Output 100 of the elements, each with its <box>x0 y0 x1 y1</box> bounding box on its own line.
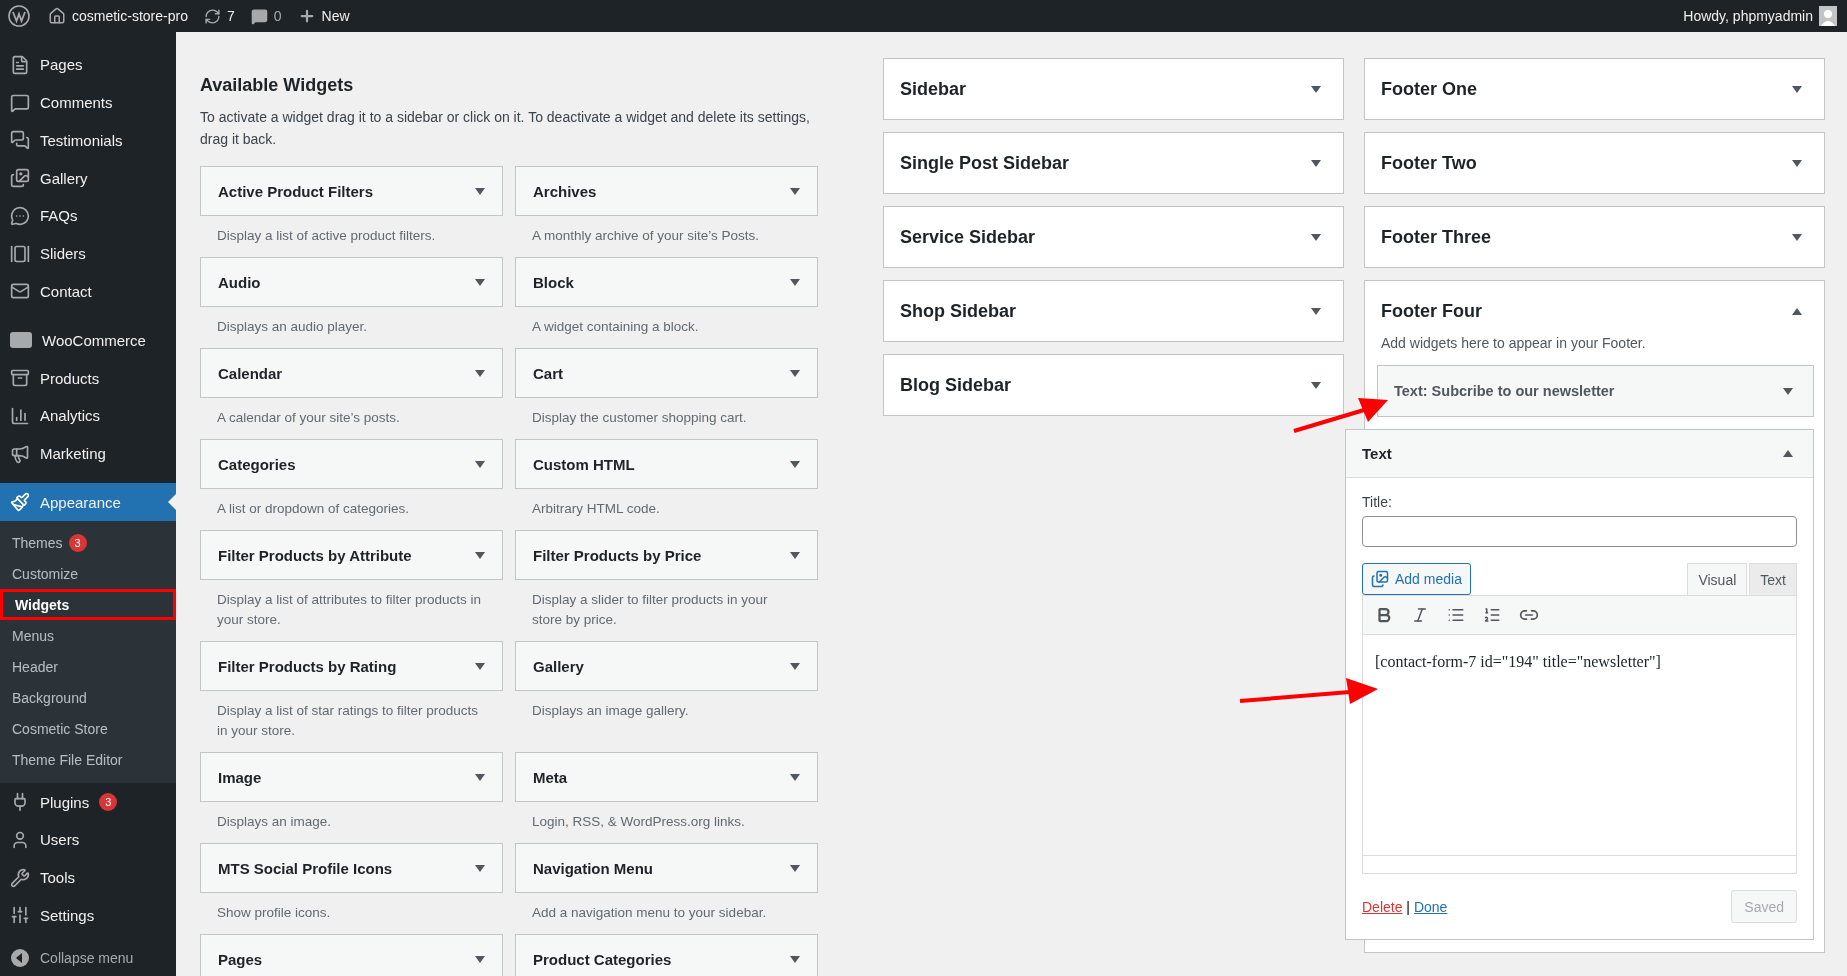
caret-icon[interactable] <box>790 551 800 559</box>
widget-area-header[interactable]: Single Post Sidebar <box>884 133 1343 193</box>
title-field[interactable] <box>1362 516 1797 547</box>
widget-panel-header[interactable]: Text <box>1346 430 1813 478</box>
widget-item[interactable]: Custom HTML <box>515 439 818 489</box>
menu-item[interactable]: Contact <box>0 272 176 311</box>
account-link[interactable]: Howdy, phpmyadmin <box>1683 8 1813 24</box>
widget-area-header[interactable]: Footer Three <box>1365 207 1824 267</box>
caret-icon[interactable] <box>1311 381 1321 389</box>
submenu-item[interactable]: Theme File Editor <box>0 744 176 776</box>
widget-item[interactable]: Calendar <box>200 348 503 398</box>
caret-icon[interactable] <box>475 187 485 195</box>
caret-icon[interactable] <box>790 278 800 286</box>
caret-icon[interactable] <box>475 460 485 468</box>
widget-area-header[interactable]: Footer One <box>1365 59 1824 119</box>
caret-icon[interactable] <box>475 278 485 286</box>
caret-icon[interactable] <box>790 460 800 468</box>
placed-widget[interactable]: Text: Subcribe to our newsletter <box>1377 365 1814 417</box>
caret-icon[interactable] <box>1792 159 1802 167</box>
widget-item[interactable]: Meta <box>515 752 818 802</box>
refresh-icon[interactable] <box>203 7 221 25</box>
menu-item[interactable]: Users <box>0 820 176 859</box>
menu-item[interactable]: Sliders <box>0 234 176 273</box>
submenu-item[interactable]: Background <box>0 682 176 714</box>
caret-icon[interactable] <box>1311 159 1321 167</box>
done-link[interactable]: Done <box>1413 898 1448 915</box>
add-media-button[interactable]: Add media <box>1362 563 1471 595</box>
new-link[interactable]: New <box>297 7 350 25</box>
delete-link[interactable]: Delete <box>1362 898 1403 915</box>
widget-area-header[interactable]: Service Sidebar <box>884 207 1343 267</box>
menu-item[interactable]: Analytics <box>0 396 176 435</box>
submenu-item[interactable]: Header <box>0 651 176 683</box>
caret-icon[interactable] <box>1783 387 1793 395</box>
bold-icon[interactable] <box>1375 606 1393 624</box>
menu-item[interactable]: Plugins 3 <box>0 783 176 821</box>
menu-item[interactable]: Tools <box>0 858 176 897</box>
home-icon[interactable] <box>48 7 66 25</box>
widget-item[interactable]: Gallery <box>515 641 818 691</box>
caret-icon[interactable] <box>475 773 485 781</box>
caret-icon[interactable] <box>475 864 485 872</box>
widget-area-header[interactable]: Blog Sidebar <box>884 355 1343 415</box>
caret-icon[interactable] <box>1311 233 1321 241</box>
widget-item[interactable]: Audio <box>200 257 503 307</box>
widget-item[interactable]: MTS Social Profile Icons <box>200 843 503 893</box>
menu-item[interactable]: FAQs <box>0 197 176 235</box>
comment-icon[interactable] <box>250 7 268 25</box>
caret-icon[interactable] <box>1792 307 1802 315</box>
caret-icon[interactable] <box>1792 85 1802 93</box>
caret-icon[interactable] <box>790 773 800 781</box>
menu-item[interactable]: Gallery <box>0 159 176 198</box>
italic-icon[interactable] <box>1411 606 1429 624</box>
widget-item[interactable]: Image <box>200 752 503 802</box>
widget-item[interactable]: Archives <box>515 166 818 216</box>
submenu-item[interactable]: Cosmetic Store <box>0 713 176 745</box>
submenu-item[interactable]: Themes 3 <box>0 527 176 559</box>
caret-icon[interactable] <box>475 551 485 559</box>
widget-area-header[interactable]: Sidebar <box>884 59 1343 119</box>
widget-item[interactable]: Categories <box>200 439 503 489</box>
widget-item[interactable]: Pages <box>200 934 503 976</box>
widget-area-header[interactable]: Footer Two <box>1365 133 1824 193</box>
bullet-list-icon[interactable] <box>1447 606 1465 624</box>
caret-icon[interactable] <box>790 369 800 377</box>
widget-item[interactable]: Block <box>515 257 818 307</box>
caret-icon[interactable] <box>790 187 800 195</box>
editor-tab[interactable]: Text <box>1749 563 1797 595</box>
menu-item[interactable]: WooCommerce <box>0 321 176 360</box>
caret-icon[interactable] <box>475 662 485 670</box>
caret-icon[interactable] <box>475 955 485 963</box>
caret-icon[interactable] <box>1311 307 1321 315</box>
menu-item[interactable]: Appearance <box>0 483 176 522</box>
menu-item[interactable]: Settings <box>0 896 176 935</box>
submenu-item[interactable]: Menus <box>0 620 176 652</box>
numbered-list-icon[interactable] <box>1483 606 1501 624</box>
menu-item[interactable]: Marketing <box>0 434 176 473</box>
caret-icon[interactable] <box>790 864 800 872</box>
widget-item[interactable]: Filter Products by Rating <box>200 641 503 691</box>
widget-area-header[interactable]: Shop Sidebar <box>884 281 1343 341</box>
comments-link[interactable]: 0 <box>250 7 282 25</box>
updates-link[interactable]: 7 <box>203 7 235 25</box>
submenu-item[interactable]: Widgets <box>0 589 176 621</box>
widget-item[interactable]: Filter Products by Attribute <box>200 530 503 580</box>
editor-tab[interactable]: Visual <box>1687 563 1748 595</box>
logo-icon[interactable] <box>8 5 30 27</box>
submenu-item[interactable]: Customize <box>0 558 176 590</box>
widget-item[interactable]: Product Categories <box>515 934 818 976</box>
menu-item[interactable]: Comments <box>0 83 176 122</box>
site-name-link[interactable]: cosmetic-store-pro <box>48 7 188 25</box>
caret-icon[interactable] <box>790 662 800 670</box>
widget-item[interactable]: Active Product Filters <box>200 166 503 216</box>
widget-item[interactable]: Cart <box>515 348 818 398</box>
collapse-icon[interactable] <box>10 948 30 969</box>
caret-icon[interactable] <box>475 369 485 377</box>
menu-item[interactable]: Pages <box>0 46 176 84</box>
menu-item[interactable]: Products <box>0 359 176 397</box>
caret-icon[interactable] <box>1311 85 1321 93</box>
menu-item[interactable]: Testimonials <box>0 121 176 160</box>
caret-icon[interactable] <box>790 955 800 963</box>
caret-icon[interactable] <box>1792 233 1802 241</box>
widget-item[interactable]: Filter Products by Price <box>515 530 818 580</box>
collapse-menu-button[interactable]: Collapse menu <box>0 940 176 976</box>
